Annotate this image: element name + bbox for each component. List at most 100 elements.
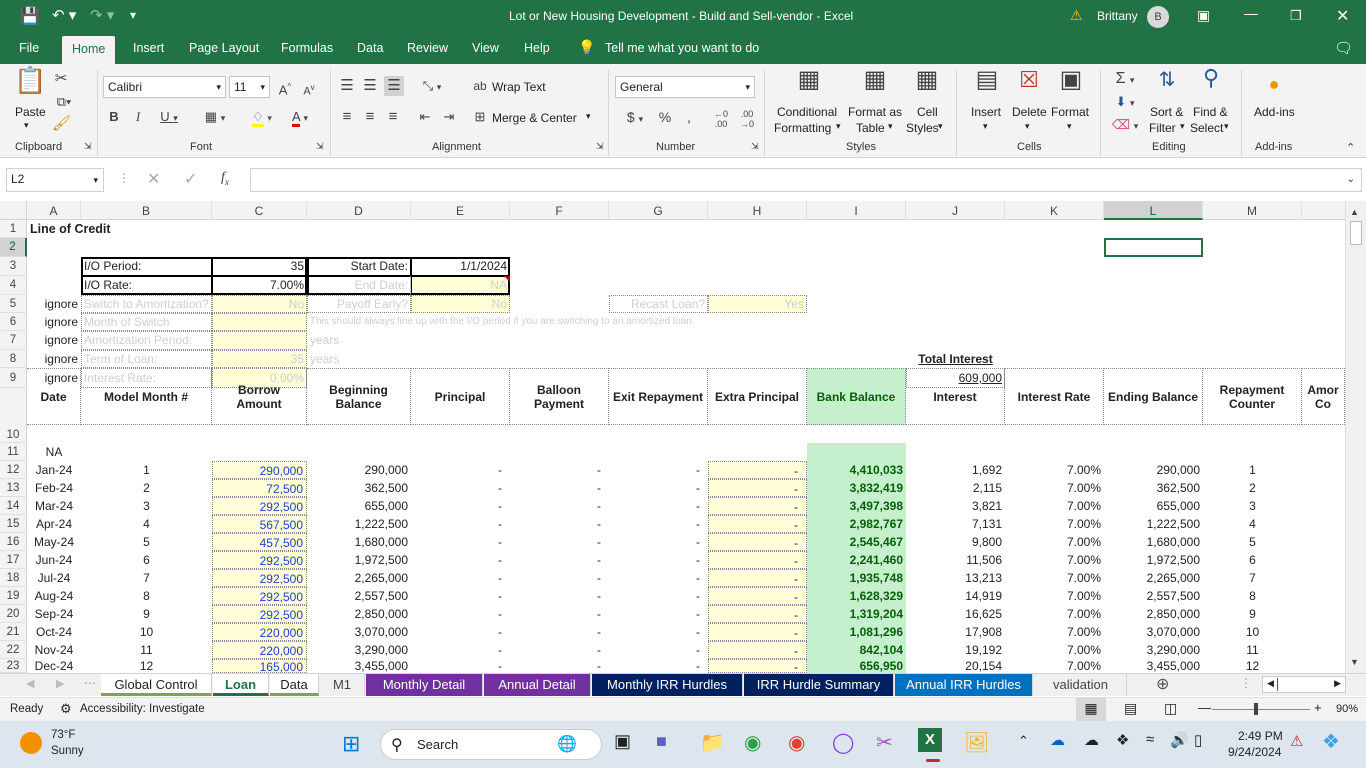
app-icon[interactable]: ◯ [832,730,854,755]
balloon-payment-cell[interactable]: - [510,551,609,569]
exit-repayment-cell[interactable]: - [609,461,708,479]
interest-cell[interactable]: 13,213 [906,569,1005,587]
dropbox-icon[interactable]: ❖ [1116,731,1129,749]
interest-cell[interactable]: 1,692 [906,461,1005,479]
beginning-balance-cell[interactable]: 362,500 [307,479,411,497]
extra-principal-cell[interactable]: - [708,641,807,659]
interest-rate-cell[interactable]: 7.00% [1005,497,1104,515]
interest-cell[interactable]: 9,800 [906,533,1005,551]
beginning-balance-cell[interactable]: 1,222,500 [307,515,411,533]
model-month-cell[interactable]: 6 [81,551,212,569]
borrow-amount-cell[interactable]: 220,000 [212,641,307,659]
weather-sun-icon[interactable] [20,732,42,754]
balloon-payment-cell[interactable]: - [510,497,609,515]
extra-principal-cell[interactable]: - [708,497,807,515]
tab-data[interactable]: Data [270,674,319,696]
clock-time[interactable]: 2:49 PM [1238,729,1283,743]
term-of-loan-value[interactable]: 35 [212,350,307,368]
interest-rate-cell[interactable]: 7.00% [1005,587,1104,605]
date-cell[interactable]: Dec-24 [27,659,81,673]
model-month-cell[interactable]: 11 [81,641,212,659]
chrome-profile-icon[interactable]: ◉ [744,730,761,755]
extra-principal-cell[interactable]: - [708,623,807,641]
exit-repayment-cell[interactable]: - [609,587,708,605]
interest-rate-cell[interactable]: 7.00% [1005,623,1104,641]
beginning-balance-cell[interactable]: 2,557,500 [307,587,411,605]
interest-rate-cell[interactable]: 7.00% [1005,461,1104,479]
exit-repayment-cell[interactable]: - [609,515,708,533]
principal-cell[interactable]: - [411,479,510,497]
principal-cell[interactable]: - [411,515,510,533]
beginning-balance-cell[interactable]: 655,000 [307,497,411,515]
end-date-value[interactable]: NA [411,276,510,295]
principal-cell[interactable]: - [411,587,510,605]
date-cell[interactable]: Jul-24 [27,569,81,587]
interest-rate-cell[interactable]: 7.00% [1005,479,1104,497]
repayment-counter-cell[interactable]: 9 [1203,605,1302,623]
interest-cell[interactable]: 7,131 [906,515,1005,533]
principal-cell[interactable]: - [411,623,510,641]
beginning-balance-cell[interactable]: 3,455,000 [307,659,411,673]
horizontal-scrollbar[interactable]: ◀ ▶ [1262,676,1346,693]
show-hidden-icons[interactable]: ⌃ [1018,733,1029,749]
ending-balance-cell[interactable]: 362,500 [1104,479,1203,497]
model-month-cell[interactable]: 3 [81,497,212,515]
exit-repayment-cell[interactable]: - [609,569,708,587]
principal-cell[interactable]: - [411,659,510,673]
model-month-cell[interactable]: 5 [81,533,212,551]
repayment-counter-cell[interactable]: 5 [1203,533,1302,551]
selected-cell-l2[interactable] [1104,238,1203,257]
extra-principal-cell[interactable]: - [708,461,807,479]
interest-cell[interactable]: 11,506 [906,551,1005,569]
tab-monthly-irr-hurdles[interactable]: Monthly IRR Hurdles [592,674,743,696]
model-month-cell[interactable]: 12 [81,659,212,673]
interest-rate-cell[interactable]: 7.00% [1005,533,1104,551]
interest-rate-cell[interactable]: 7.00% [1005,641,1104,659]
model-month-cell[interactable]: 2 [81,479,212,497]
tab-m1[interactable]: M1 [320,674,365,696]
excel-taskbar-icon[interactable]: X [918,728,942,752]
principal-cell[interactable]: - [411,569,510,587]
notification-bell-icon[interactable]: ⚠ [1290,732,1303,750]
ending-balance-cell[interactable]: 2,557,500 [1104,587,1203,605]
borrow-amount-cell[interactable]: 292,500 [212,587,307,605]
extra-principal-cell[interactable]: - [708,659,807,673]
borrow-amount-cell[interactable]: 292,500 [212,497,307,515]
extra-principal-cell[interactable]: - [708,515,807,533]
chrome-icon[interactable]: ◉ [788,730,805,755]
exit-repayment-cell[interactable]: - [609,479,708,497]
repayment-counter-cell[interactable]: 2 [1203,479,1302,497]
tab-loan[interactable]: Loan [213,674,269,696]
date-cell[interactable]: May-24 [27,533,81,551]
model-month-cell[interactable]: 4 [81,515,212,533]
accessibility-status[interactable]: Accessibility: Investigate [80,703,205,715]
date-cell[interactable]: Nov-24 [27,641,81,659]
scroll-right-icon[interactable]: ▶ [1334,678,1341,689]
ending-balance-cell[interactable]: 1,972,500 [1104,551,1203,569]
more-tabs-icon[interactable]: ⋯ [84,676,96,690]
vertical-scrollbar[interactable]: ▲ ▼ [1345,201,1366,673]
beginning-balance-cell[interactable]: 290,000 [307,461,411,479]
date-cell[interactable]: Jun-24 [27,551,81,569]
extra-principal-cell[interactable]: - [708,587,807,605]
beginning-balance-cell[interactable]: 3,070,000 [307,623,411,641]
bank-balance-cell[interactable]: 656,950 [807,659,906,673]
exit-repayment-cell[interactable]: - [609,605,708,623]
wifi-icon[interactable]: ≈ [1146,731,1154,748]
bank-balance-cell[interactable]: 2,241,460 [807,551,906,569]
repayment-counter-cell[interactable]: 3 [1203,497,1302,515]
page-break-view-icon[interactable]: ◫ [1164,700,1177,717]
borrow-amount-cell[interactable]: 290,000 [212,461,307,479]
volume-icon[interactable]: 🔊 [1170,731,1189,749]
interest-rate-cell[interactable]: 7.00% [1005,515,1104,533]
ending-balance-cell[interactable]: 290,000 [1104,461,1203,479]
scrollbar-thumb[interactable] [1277,678,1278,691]
date-cell[interactable]: Apr-24 [27,515,81,533]
ending-balance-cell[interactable]: 1,680,000 [1104,533,1203,551]
interest-rate-cell[interactable]: 7.00% [1005,551,1104,569]
repayment-counter-cell[interactable]: 7 [1203,569,1302,587]
balloon-payment-cell[interactable]: - [510,461,609,479]
exit-repayment-cell[interactable]: - [609,641,708,659]
date-cell[interactable]: Feb-24 [27,479,81,497]
model-month-cell[interactable]: 7 [81,569,212,587]
